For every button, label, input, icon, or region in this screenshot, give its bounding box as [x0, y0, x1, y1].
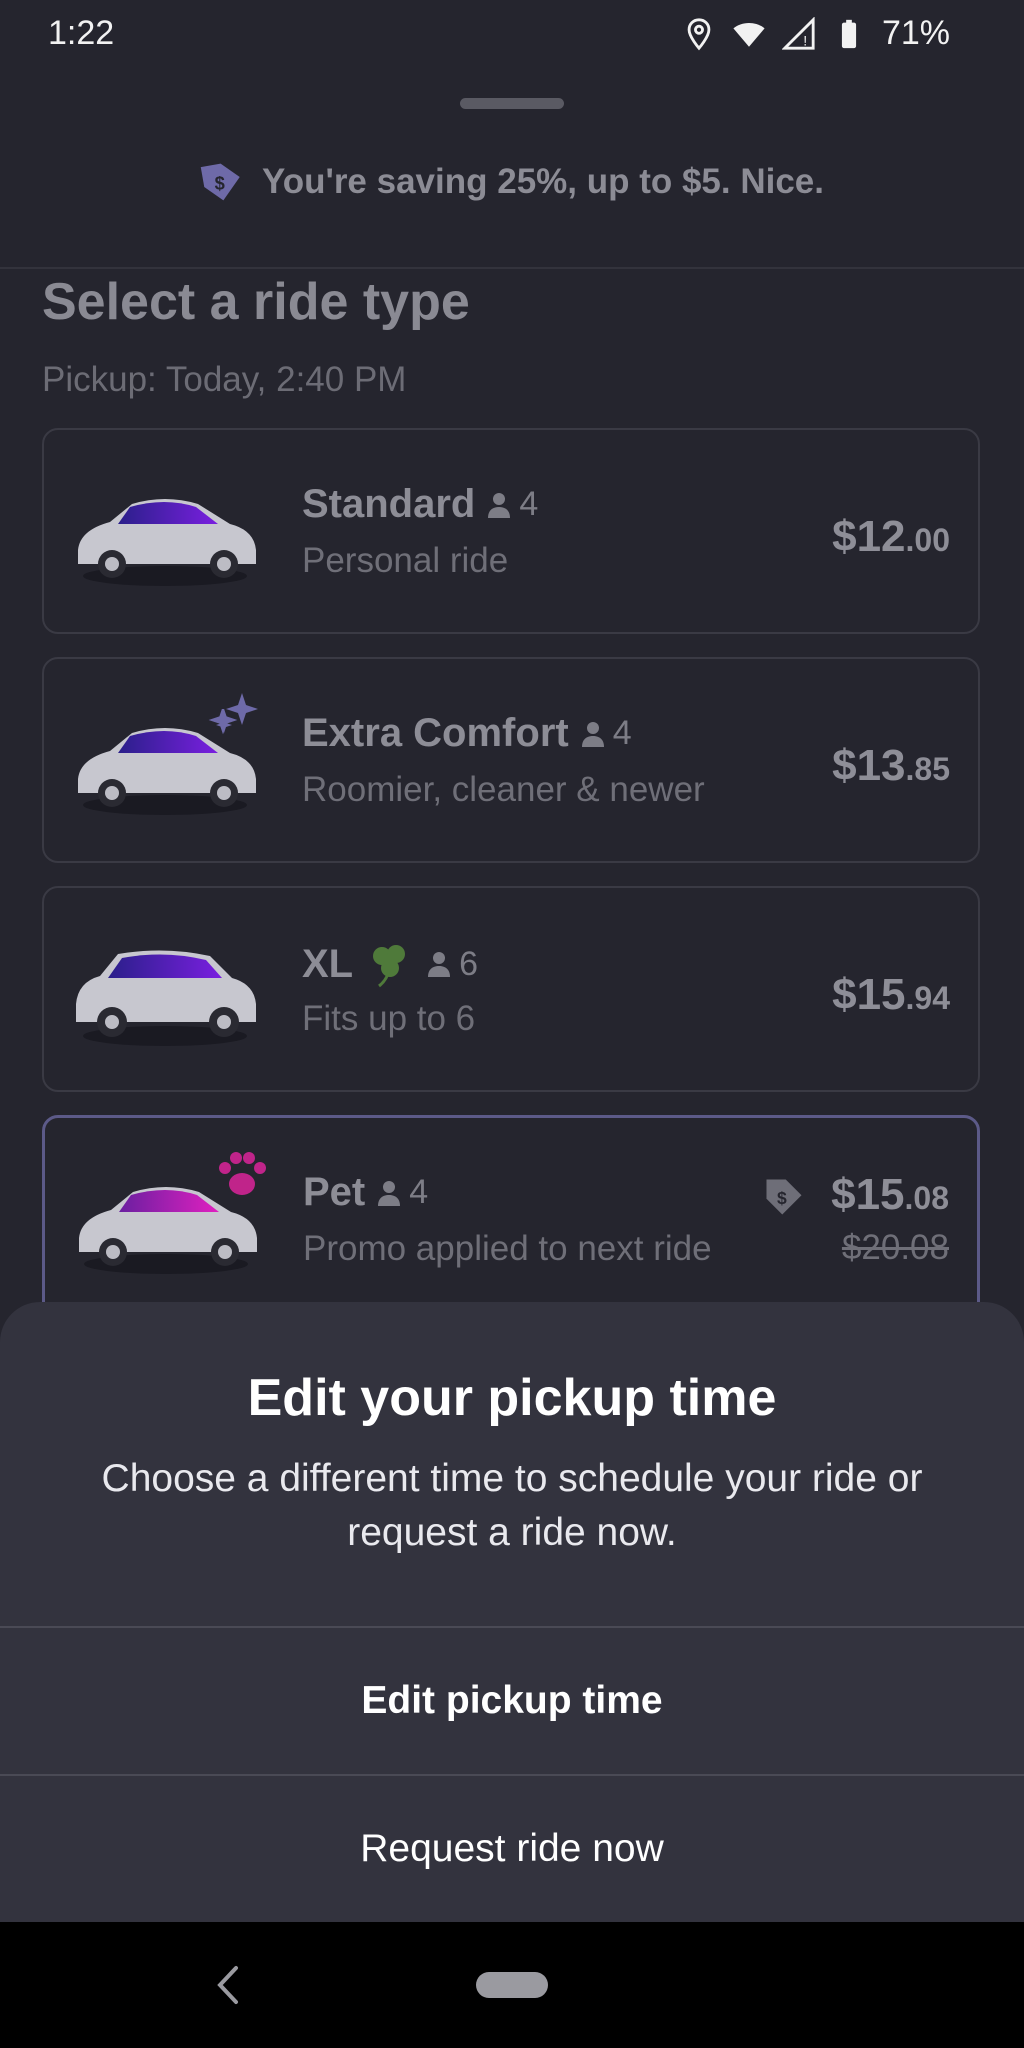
person-icon [428, 952, 451, 977]
request-ride-now-button[interactable]: Request ride now [0, 1776, 1024, 1922]
seat-count: 4 [487, 485, 538, 524]
ride-price: $15.08 [831, 1170, 949, 1220]
seat-number: 4 [612, 714, 632, 752]
location-icon [687, 17, 711, 50]
svg-text:$: $ [777, 1188, 787, 1208]
battery-percent: 71% [881, 14, 950, 52]
drag-handle[interactable] [460, 98, 564, 109]
battery-icon [841, 19, 857, 48]
price-dollars: $13 [832, 741, 906, 790]
seat-count: 6 [427, 945, 478, 984]
ride-title-row: Standard 4 [302, 482, 538, 527]
signal-icon: ! [781, 16, 815, 50]
seat-count: 4 [377, 1173, 428, 1212]
svg-text:!: ! [803, 33, 807, 49]
page-title: Select a ride type [42, 273, 470, 331]
ride-price: $13.85 [832, 741, 950, 791]
ride-subtitle: Roomier, cleaner & newer [302, 770, 705, 809]
svg-text:$: $ [215, 172, 225, 193]
ride-title-row: XL 6 [302, 940, 478, 988]
seat-number: 6 [459, 944, 479, 983]
ride-name: Extra Comfort [302, 711, 569, 755]
ride-option-xl[interactable]: XL 6 Fits up to 6 $15.94 [42, 886, 980, 1092]
price-cents: .08 [904, 1180, 949, 1216]
promo-banner: $ You're saving 25%, up to $5. Nice. [0, 160, 1024, 204]
discount-tag-icon: $ [766, 1179, 802, 1215]
status-icons: ! 71% [682, 14, 950, 53]
ride-title-row: Extra Comfort 4 [302, 711, 632, 756]
car-icon [78, 499, 256, 586]
seat-count: 4 [581, 714, 632, 753]
paw-icon [219, 1152, 266, 1195]
discount-tag-icon: $ [200, 163, 240, 201]
ride-title-row: Pet 4 [303, 1170, 428, 1215]
ride-subtitle: Promo applied to next ride [303, 1229, 712, 1268]
ride-name: Standard [302, 482, 476, 526]
person-icon [488, 492, 511, 518]
promo-text: You're saving 25%, up to $5. Nice. [261, 162, 825, 201]
ride-subtitle: Fits up to 6 [302, 999, 476, 1038]
price-dollars: $15 [831, 1170, 905, 1219]
seat-number: 4 [409, 1173, 429, 1211]
price-dollars: $12 [832, 512, 906, 561]
price-cents: .94 [905, 980, 950, 1016]
sheet-description: Choose a different time to schedule your… [101, 1457, 923, 1554]
suv-icon [76, 950, 256, 1046]
shamrock-icon [373, 945, 406, 988]
ride-option-standard[interactable]: Standard 4 Personal ride $12.00 [42, 428, 980, 634]
sheet-title: Edit your pickup time [247, 1369, 777, 1427]
status-time: 1:22 [48, 14, 115, 52]
divider [0, 267, 1024, 269]
ride-name: Pet [303, 1170, 366, 1214]
sparkle-icon [216, 693, 258, 733]
person-icon [378, 1180, 401, 1206]
ride-subtitle: Personal ride [302, 541, 509, 580]
price-cents: .85 [905, 751, 950, 787]
ride-option-extra-comfort[interactable]: Extra Comfort 4 Roomier, cleaner & newer… [42, 657, 980, 863]
home-pill[interactable] [476, 1972, 548, 1998]
ride-price: $15.94 [832, 970, 950, 1020]
seat-number: 4 [519, 485, 539, 523]
back-icon[interactable] [210, 1960, 246, 2010]
pickup-time: Pickup: Today, 2:40 PM [42, 360, 407, 399]
edit-pickup-time-button[interactable]: Edit pickup time [0, 1628, 1024, 1774]
person-icon [581, 721, 604, 747]
wifi-icon [733, 22, 765, 47]
ride-price: $12.00 [832, 512, 950, 562]
ride-name: XL [302, 941, 354, 986]
price-cents: .00 [905, 522, 950, 558]
status-bar: 1:22 ! 71% [0, 0, 1024, 76]
price-dollars: $15 [832, 970, 906, 1019]
original-price: $20.08 [841, 1228, 949, 1267]
